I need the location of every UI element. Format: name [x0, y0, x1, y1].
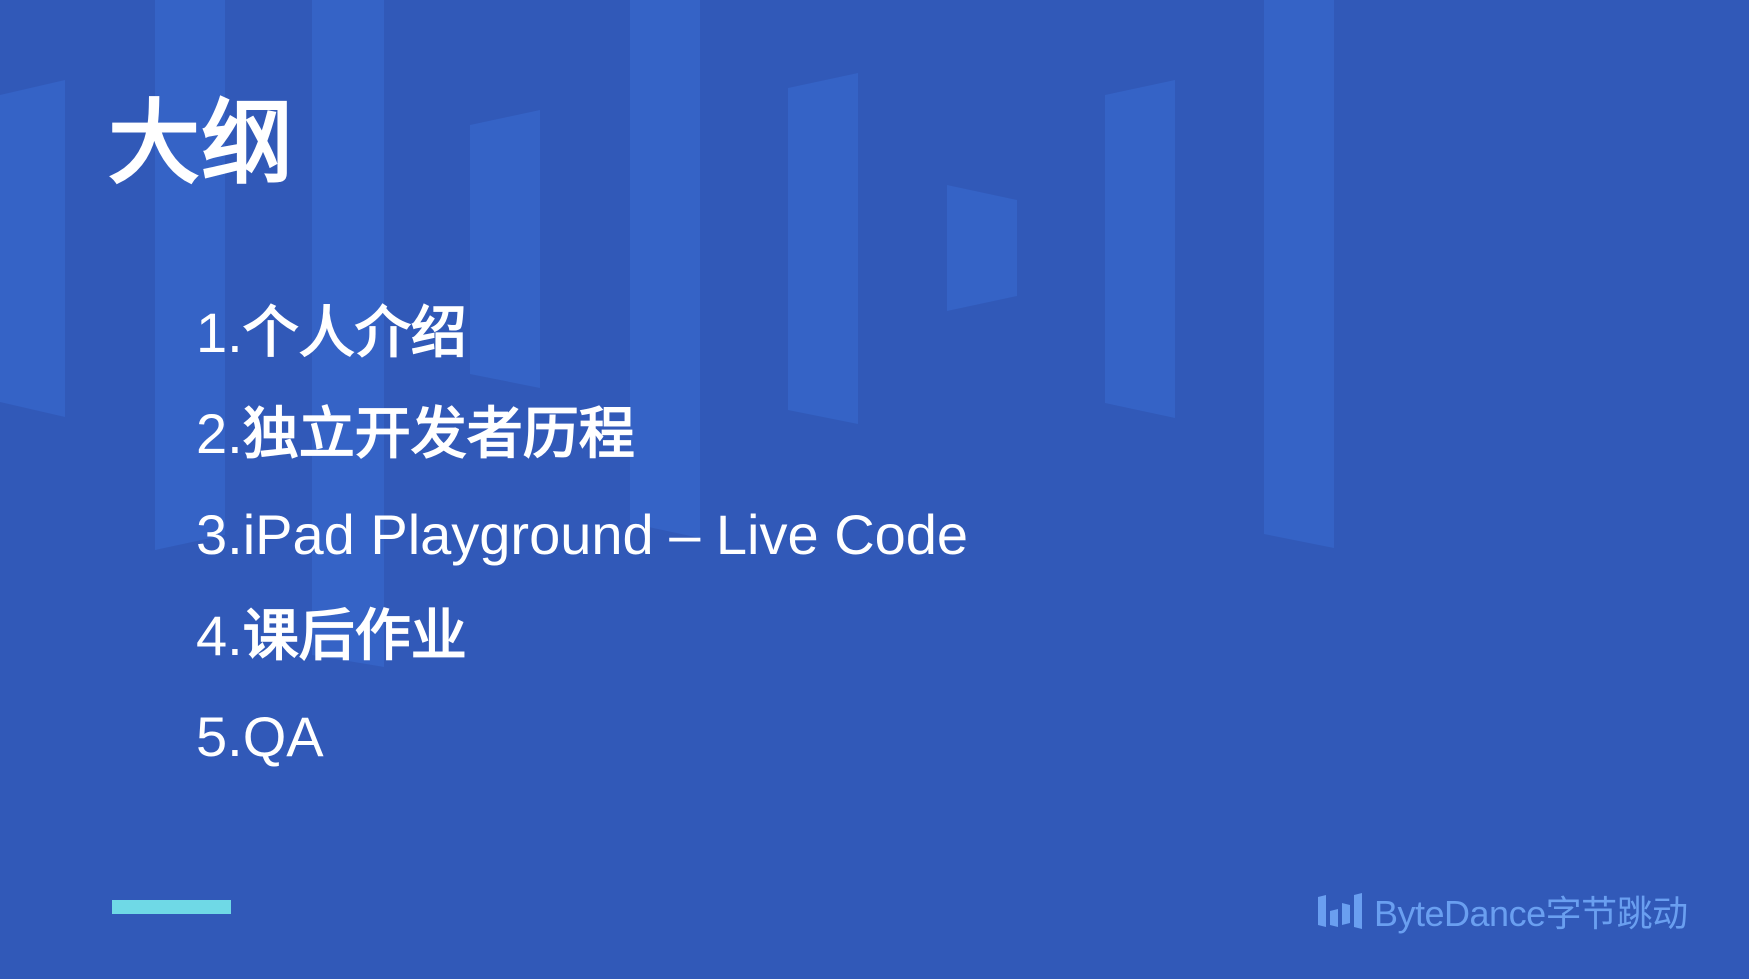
outline-item-number: 4.	[196, 603, 243, 667]
outline-item: 3. iPad Playground – Live Code	[196, 484, 968, 585]
bytedance-logo-icon	[1318, 893, 1362, 929]
outline-item-text: iPad Playground – Live Code	[242, 502, 969, 566]
outline-list: 1. 个人介绍 2. 独立开发者历程 3. iPad Playground – Liv…	[196, 282, 968, 787]
outline-item-text: 个人介绍	[242, 300, 467, 364]
slide-title: 大纲	[108, 93, 295, 195]
outline-item-text: 独立开发者历程	[242, 401, 635, 465]
deco-bar	[0, 80, 65, 417]
outline-item-number: 2.	[196, 401, 243, 465]
outline-item-number: 5.	[196, 704, 243, 768]
outline-item: 1. 个人介绍	[196, 282, 968, 383]
outline-item: 2. 独立开发者历程	[196, 383, 968, 484]
outline-item: 5. QA	[196, 686, 968, 787]
slide: 大纲 1. 个人介绍 2. 独立开发者历程 3. iPad Playground – …	[0, 0, 1749, 979]
outline-item-text: 课后作业	[242, 603, 467, 667]
deco-bar	[1105, 80, 1175, 418]
outline-item-text: QA	[242, 704, 324, 768]
deco-bar	[1264, 0, 1334, 548]
accent-bar	[112, 900, 231, 914]
outline-item-number: 1.	[196, 300, 243, 364]
brand-name: ByteDance字节跳动	[1374, 893, 1688, 934]
outline-item-number: 3.	[196, 502, 243, 566]
outline-item: 4. 课后作业	[196, 585, 968, 686]
brand-logo: ByteDance字节跳动	[1318, 889, 1688, 934]
